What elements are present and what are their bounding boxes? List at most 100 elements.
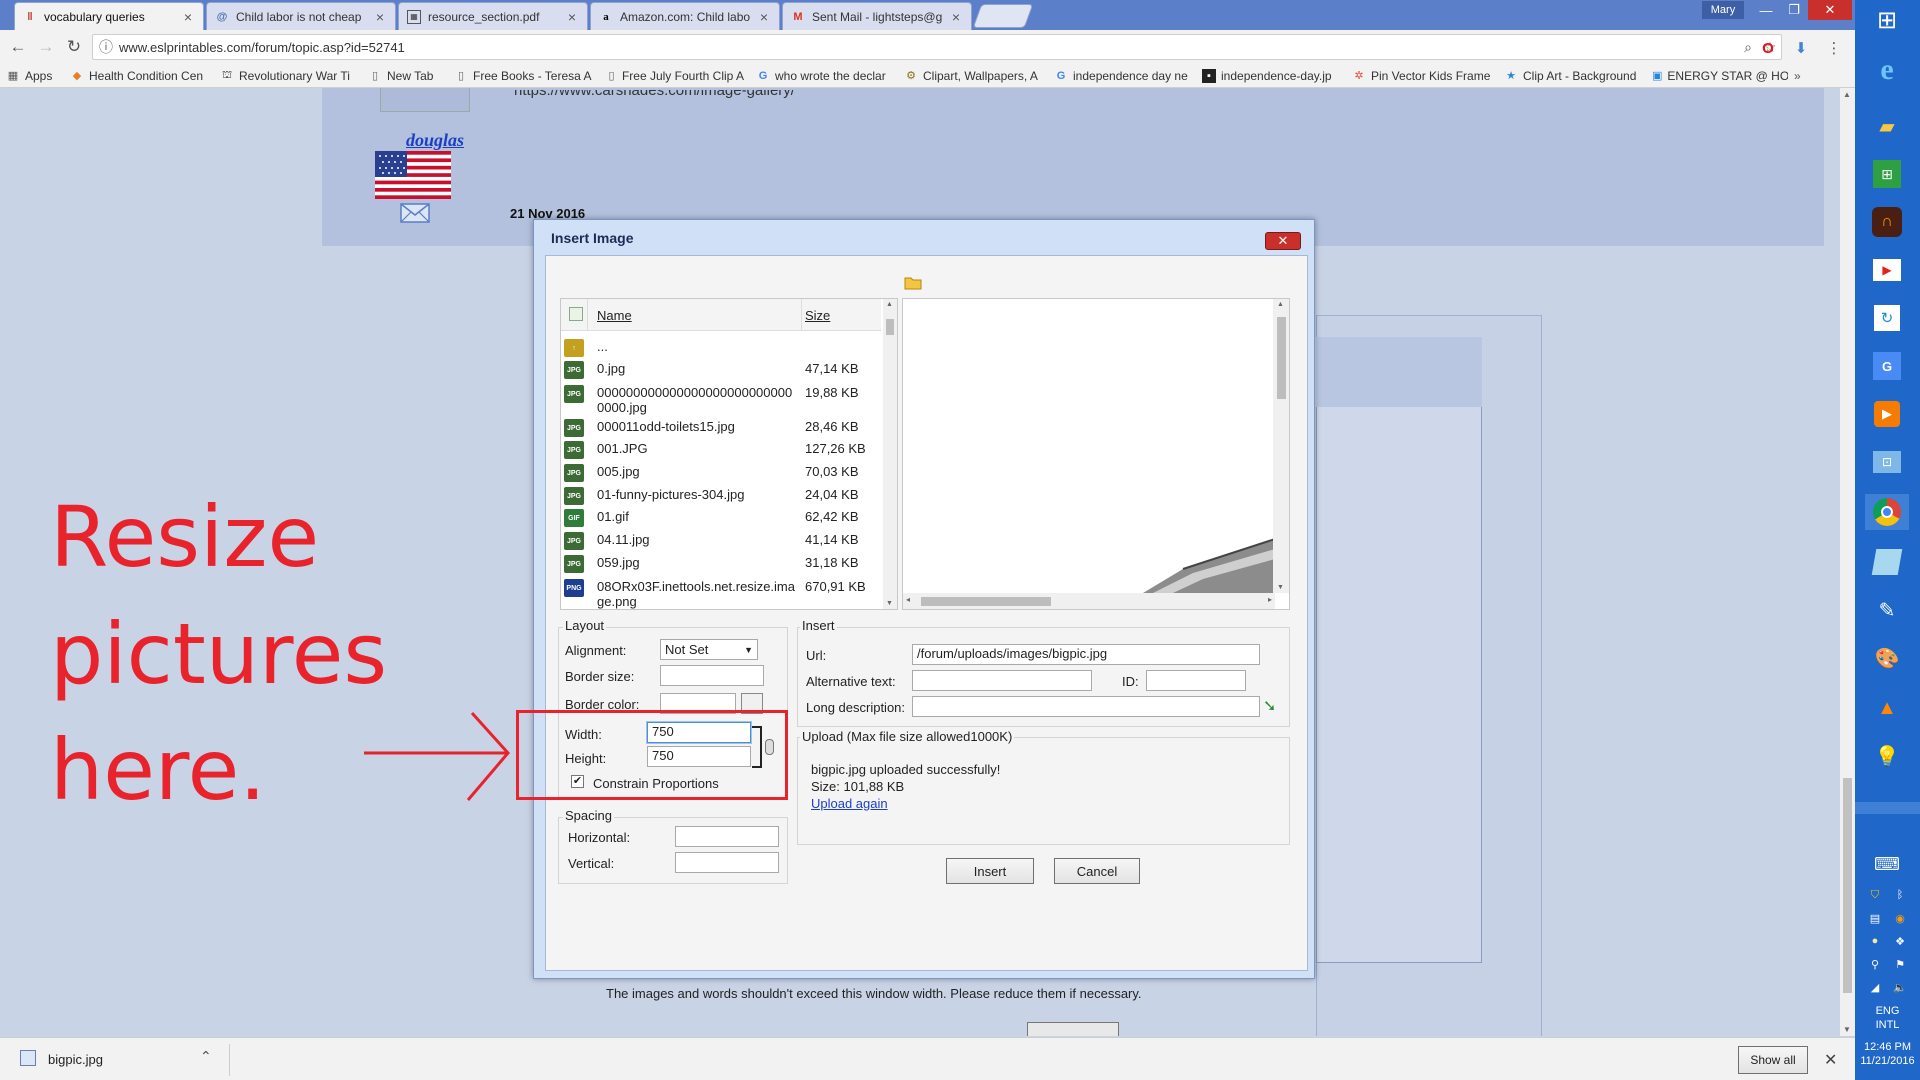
bookmark-independence-day-jpg[interactable]: ▪ independence-day.jp (1196, 68, 1346, 83)
bookmark-new-tab[interactable]: ▯ New Tab (362, 69, 448, 83)
file-list-scrollbar[interactable]: ▲ ▼ (883, 299, 897, 609)
sync-app-icon[interactable]: ↻ (1865, 300, 1909, 336)
bookmark-who-wrote[interactable]: Gwho wrote the declar (750, 69, 898, 83)
tips-icon[interactable]: 💡 (1865, 738, 1909, 774)
opera-extension-icon[interactable]: O (1757, 37, 1779, 59)
close-download-bar-icon[interactable]: ✕ (1824, 1050, 1837, 1070)
scroll-left-icon[interactable]: ◂ (906, 595, 910, 604)
power-icon[interactable]: ● (1866, 933, 1884, 949)
long-description-input[interactable] (912, 696, 1260, 717)
battery-icon[interactable]: ⚲ (1866, 956, 1884, 972)
mail-envelope-icon[interactable] (400, 203, 430, 223)
internet-explorer-icon[interactable]: e (1865, 52, 1909, 88)
paint-icon[interactable]: 🎨 (1865, 640, 1909, 676)
id-input[interactable] (1146, 670, 1246, 691)
bookmark-july-fourth[interactable]: ▯ Free July Fourth Clip A (600, 69, 750, 83)
bookmark-health[interactable]: ◆ Health Condition Cen (64, 69, 214, 83)
network-adapter-icon[interactable]: ▤ (1866, 910, 1884, 926)
url-input[interactable]: /forum/uploads/images/bigpic.jpg (912, 644, 1260, 665)
close-tab-icon[interactable]: × (949, 9, 963, 25)
forward-arrow-icon[interactable]: → (34, 35, 58, 59)
menu-icon[interactable]: ⋮ (1823, 37, 1845, 59)
volume-icon[interactable]: 🔈 (1891, 979, 1909, 995)
page-scrollbar[interactable]: ▲ ▼ (1840, 88, 1855, 1036)
flag-icon[interactable]: ⚑ (1891, 956, 1909, 972)
reload-icon[interactable]: ↻ (62, 35, 86, 59)
shield-icon[interactable]: ⛉ (1866, 887, 1884, 903)
alternative-text-input[interactable] (912, 670, 1092, 691)
clock[interactable]: 12:46 PM 11/21/2016 (1855, 1040, 1920, 1068)
file-list-scrollbar-thumb[interactable] (886, 319, 894, 335)
zoom-icon[interactable]: ⌕ (1737, 39, 1759, 56)
upload-again-link[interactable]: Upload again (811, 796, 888, 811)
scroll-up-icon[interactable]: ▲ (886, 301, 893, 308)
file-explorer-icon[interactable]: ▰ (1865, 108, 1909, 144)
column-name-header[interactable]: Name (597, 308, 632, 323)
wifi-icon[interactable]: ◢ (1866, 979, 1884, 995)
language-indicator[interactable]: ENG INTL (1855, 1004, 1920, 1032)
chrome-icon[interactable] (1865, 494, 1909, 530)
refresh-list-icon[interactable] (569, 307, 583, 321)
notepad-icon[interactable] (1865, 544, 1909, 580)
bookmark-free-books[interactable]: ▯ Free Books - Teresa A (448, 69, 600, 83)
restore-icon[interactable]: ❐ (1780, 0, 1808, 20)
scroll-up-icon[interactable]: ▲ (1277, 301, 1284, 308)
column-size-header[interactable]: Size (805, 308, 830, 323)
window-close-icon[interactable]: ✕ (1808, 0, 1852, 20)
tab-amazon[interactable]: a Amazon.com: Child labo × (590, 2, 780, 30)
remote-desktop-icon[interactable]: ⊡ (1865, 444, 1909, 480)
post-reply-button[interactable] (1027, 1022, 1119, 1036)
bluetooth-icon[interactable]: ᛒ (1891, 887, 1909, 903)
info-icon[interactable]: ⓘ (93, 37, 119, 57)
apps-tray-icon[interactable]: ❖ (1891, 933, 1909, 949)
border-size-input[interactable] (660, 665, 764, 686)
page-scrollbar-thumb[interactable] (1843, 778, 1852, 993)
preview-horizontal-scrollbar[interactable]: ◂ ▸ (903, 593, 1275, 609)
scroll-down-icon[interactable]: ▼ (1843, 1025, 1851, 1034)
tab-vocabulary-queries[interactable]: ‖ vocabulary queries × (14, 2, 204, 30)
close-tab-icon[interactable]: × (373, 9, 387, 25)
bookmark-clipart-wallpapers[interactable]: ⚙ Clipart, Wallpapers, A (898, 69, 1048, 83)
preview-vertical-scrollbar[interactable]: ▲ ▼ (1273, 299, 1289, 593)
update-icon[interactable]: ◉ (1891, 910, 1909, 926)
windows-start-icon[interactable]: ⊞ (1865, 2, 1909, 38)
new-tab-button[interactable] (972, 4, 1034, 28)
more-bookmarks-icon[interactable]: » (1788, 69, 1810, 83)
cancel-button[interactable]: Cancel (1054, 858, 1140, 884)
bookmark-revolutionary-war[interactable]: ⛫ Revolutionary War Ti (214, 69, 362, 83)
download-extension-icon[interactable]: ⬇ (1790, 37, 1812, 59)
show-all-button[interactable]: Show all (1738, 1046, 1808, 1074)
scroll-down-icon[interactable]: ▼ (1277, 584, 1284, 591)
preview-hscrollbar-thumb[interactable] (921, 597, 1051, 606)
back-arrow-icon[interactable]: ← (6, 35, 30, 59)
address-field[interactable]: ⓘ www.eslprintables.com/forum/topic.asp?… (92, 34, 1782, 60)
alignment-select[interactable]: Not Set ▼ (660, 639, 758, 660)
vlc-icon[interactable]: ▲ (1865, 690, 1909, 726)
pen-tool-icon[interactable]: ✎ (1865, 592, 1909, 628)
scroll-down-icon[interactable]: ▼ (886, 600, 893, 607)
chevron-up-icon[interactable]: ⌃ (200, 1048, 212, 1065)
bookmark-energy-star[interactable]: ▣ ENERGY STAR @ HO (1646, 69, 1788, 83)
new-folder-icon[interactable] (904, 275, 922, 290)
youtube-icon[interactable]: ▶ (1865, 252, 1909, 288)
browse-green-arrow-icon[interactable]: ➘ (1263, 696, 1283, 716)
keyboard-icon[interactable]: ⌨ (1865, 846, 1909, 882)
media-player-icon[interactable]: ▶ (1865, 396, 1909, 432)
tab-resource-section-pdf[interactable]: ▦ resource_section.pdf × (398, 2, 588, 30)
bookmark-pin-vector[interactable]: ✲ Pin Vector Kids Frame (1346, 69, 1498, 83)
close-tab-icon[interactable]: × (757, 9, 771, 25)
profile-button[interactable]: Mary (1702, 1, 1744, 19)
close-tab-icon[interactable]: × (181, 9, 195, 25)
download-filename[interactable]: bigpic.jpg (48, 1052, 103, 1067)
bookmark-clip-art-background[interactable]: ★ Clip Art - Background (1498, 69, 1646, 83)
close-tab-icon[interactable]: × (565, 9, 579, 25)
bookmark-apps[interactable]: ▦ Apps (0, 69, 64, 83)
horizontal-spacing-input[interactable] (675, 826, 779, 847)
minimize-icon[interactable]: — (1752, 0, 1780, 20)
dialog-close-icon[interactable]: ✕ (1265, 232, 1301, 250)
post-username-link[interactable]: douglas (380, 130, 490, 151)
store-icon[interactable]: ⊞ (1865, 156, 1909, 192)
scroll-right-icon[interactable]: ▸ (1268, 595, 1272, 604)
tab-sent-mail[interactable]: M Sent Mail - lightsteps@g × (782, 2, 972, 30)
tab-child-labor[interactable]: @ Child labor is not cheap × (206, 2, 396, 30)
